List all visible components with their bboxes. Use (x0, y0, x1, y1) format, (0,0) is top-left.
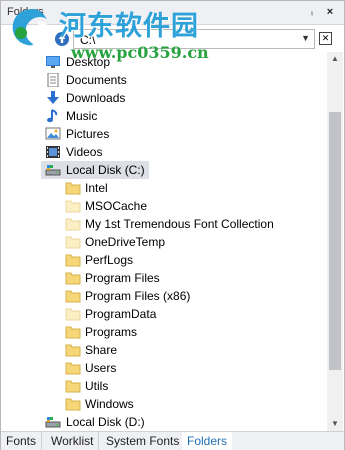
music-icon (45, 109, 61, 123)
tree-item-label: PerfLogs (85, 253, 134, 267)
tree-item-folder[interactable]: Utils (1, 377, 327, 395)
desktop-icon (45, 55, 61, 69)
tree-item-label: Local Disk (D:) (66, 415, 145, 429)
tree-item-drive[interactable]: Local Disk (C:) (1, 161, 327, 179)
watermark-logo (7, 5, 59, 49)
tab-system-fonts[interactable]: System Fonts (101, 432, 186, 450)
tree-item-library[interactable]: Downloads (1, 89, 327, 107)
tree-item-folder[interactable]: Program Files (1, 269, 327, 287)
clear-path-icon[interactable]: ✕ (319, 32, 332, 45)
scroll-thumb[interactable] (329, 112, 341, 370)
tree-item-label: Program Files (85, 271, 160, 285)
tree-item-label: Downloads (66, 91, 126, 105)
folder-icon (65, 271, 81, 285)
tree-item-label: Local Disk (C:) (66, 163, 145, 177)
drive-icon (45, 415, 61, 429)
close-icon[interactable]: × (323, 5, 337, 19)
tree-item-library[interactable]: Music (1, 107, 327, 125)
tree-item-folder[interactable]: Intel (1, 179, 327, 197)
tree-item-folder[interactable]: Windows (1, 395, 327, 413)
tree-item-library[interactable]: Videos (1, 143, 327, 161)
tree-item-library[interactable]: Pictures (1, 125, 327, 143)
folder-faded-icon (65, 217, 81, 231)
folder-icon (65, 325, 81, 339)
tree-item-folder[interactable]: PerfLogs (1, 251, 327, 269)
tree-item-label: Utils (85, 379, 109, 393)
folder-faded-icon (65, 199, 81, 213)
tree-item-folder[interactable]: MSOCache (1, 197, 327, 215)
tree-item-drive[interactable]: Local Disk (D:) (1, 413, 327, 431)
vertical-scrollbar[interactable]: ▲ ▼ (327, 52, 343, 431)
downloads-icon (45, 91, 61, 105)
tree-item-label: MSOCache (85, 199, 148, 213)
tree-item-library[interactable]: Documents (1, 71, 327, 89)
tree-item-label: Programs (85, 325, 138, 339)
chevron-down-icon[interactable]: ▼ (301, 33, 310, 43)
tree-item-label: Videos (66, 145, 103, 159)
tree-item-label: Intel (85, 181, 108, 195)
bottom-tabs: Fonts Worklist System Fonts Folders (1, 431, 344, 450)
folder-icon (65, 379, 81, 393)
tree-item-label: Program Files (x86) (85, 289, 191, 303)
tree-item-folder[interactable]: ProgramData (1, 305, 327, 323)
tree-item-folder[interactable]: Users (1, 359, 327, 377)
folder-icon (65, 289, 81, 303)
tree-item-label: Windows (85, 397, 134, 411)
tree-item-label: Users (85, 361, 117, 375)
drive-icon (45, 163, 61, 177)
folder-faded-icon (65, 307, 81, 321)
tree-item-label: My 1st Tremendous Font Collection (85, 217, 274, 231)
folder-icon (65, 253, 81, 267)
tree-item-folder[interactable]: Program Files (x86) (1, 287, 327, 305)
videos-icon (45, 145, 61, 159)
folder-icon (65, 343, 81, 357)
pictures-icon (45, 127, 61, 141)
tree-item-label: OneDriveTemp (85, 235, 166, 249)
folder-icon (65, 397, 81, 411)
scroll-up-icon[interactable]: ▲ (327, 52, 343, 66)
folder-icon (65, 361, 81, 375)
folder-icon (65, 181, 81, 195)
folders-panel: Folders ⨾ × C:\ ▼ ✕ DesktopDocumentsDown… (0, 0, 345, 450)
tree-item-label: ProgramData (85, 307, 157, 321)
documents-icon (45, 72, 61, 88)
tree-item-folder[interactable]: Share (1, 341, 327, 359)
folder-faded-icon (65, 235, 81, 249)
tree-item-label: Pictures (66, 127, 110, 141)
tree-item-folder[interactable]: My 1st Tremendous Font Collection (1, 215, 327, 233)
tab-worklist[interactable]: Worklist (46, 432, 100, 450)
tab-fonts[interactable]: Fonts (1, 432, 43, 450)
tab-folders[interactable]: Folders (182, 432, 233, 450)
tree-item-folder[interactable]: Programs (1, 323, 327, 341)
pin-icon[interactable]: ⨾ (305, 5, 319, 19)
watermark-title: 河东软件园 (59, 11, 199, 42)
scroll-down-icon[interactable]: ▼ (327, 417, 343, 431)
tree-item-label: Share (85, 343, 118, 357)
tree-item-label: Music (66, 109, 98, 123)
tree-item-label: Documents (66, 73, 127, 87)
folder-tree: Desktop Documents Downloads Music Pictures Vi… (1, 52, 327, 431)
tree-item-folder[interactable]: OneDriveTemp (1, 233, 327, 251)
watermark-url: www.pc0359.cn (71, 43, 209, 62)
